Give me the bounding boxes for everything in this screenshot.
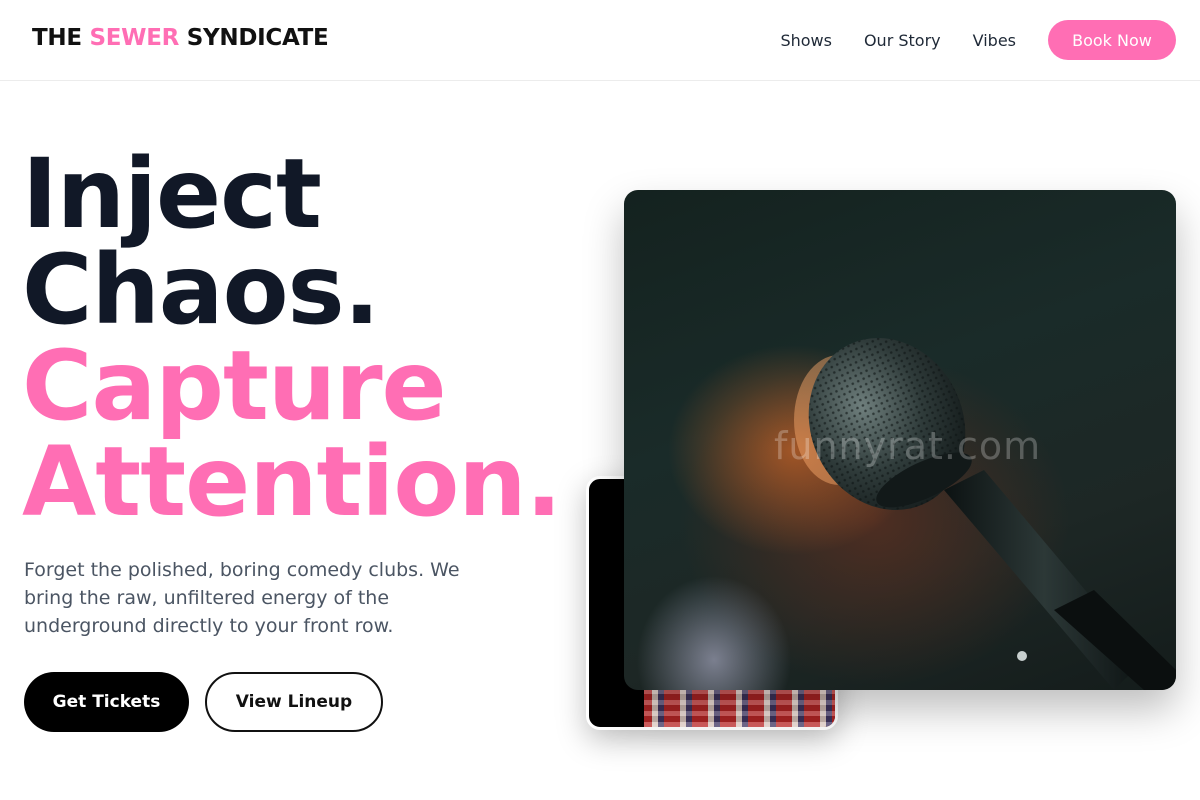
get-tickets-button[interactable]: Get Tickets: [24, 672, 189, 732]
nav-link-our-story[interactable]: Our Story: [864, 31, 941, 50]
logo-text-prefix: THE: [32, 25, 90, 51]
hero-subtext: Forget the polished, boring comedy clubs…: [24, 559, 460, 637]
headline-line-1: Inject: [22, 138, 322, 250]
site-header: THE SEWER SYNDICATE Shows Our Story Vibe…: [0, 0, 1200, 81]
headline-line-2: Chaos.: [22, 234, 380, 346]
watermark-text: funnyrat.com: [774, 424, 1042, 468]
view-lineup-button[interactable]: View Lineup: [205, 672, 383, 732]
headline-line-4: Attention.: [22, 426, 562, 538]
logo[interactable]: THE SEWER SYNDICATE: [32, 25, 329, 51]
nav-link-shows[interactable]: Shows: [780, 31, 832, 50]
hero-headline: Inject Chaos. Capture Attention.: [22, 138, 562, 538]
microphone-photo: funnyrat.com: [624, 190, 1176, 690]
main-nav: Shows Our Story Vibes Book Now: [780, 20, 1176, 60]
book-now-button[interactable]: Book Now: [1048, 20, 1176, 60]
headline-line-3: Capture: [22, 330, 447, 442]
logo-text-suffix: SYNDICATE: [179, 25, 329, 51]
logo-text-accent: SEWER: [89, 25, 180, 51]
nav-link-vibes[interactable]: Vibes: [973, 31, 1016, 50]
